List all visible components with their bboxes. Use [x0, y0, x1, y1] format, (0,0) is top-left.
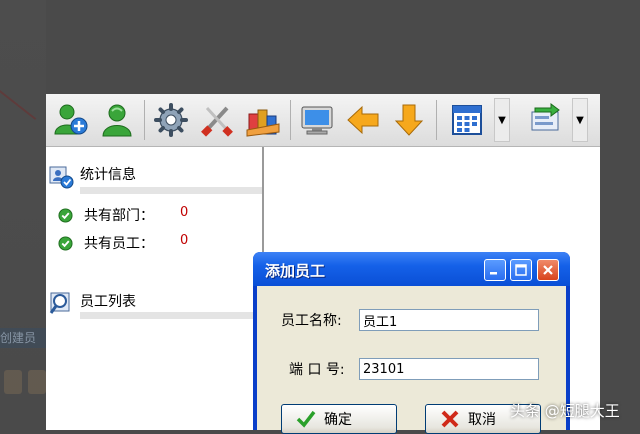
chevron-down-icon: ▼: [498, 114, 506, 126]
user-icon: [102, 104, 132, 137]
stat-label: 共有部门：: [84, 208, 154, 224]
back-button[interactable]: [342, 98, 384, 142]
monitor-icon: [301, 106, 333, 135]
calendar-dropdown[interactable]: ▼: [494, 98, 510, 142]
stats-section-header[interactable]: 统计信息: [46, 163, 262, 189]
tools-icon: [201, 106, 233, 137]
transfer-icon: [531, 103, 560, 131]
download-button[interactable]: [388, 98, 430, 142]
user-button[interactable]: [96, 98, 138, 142]
employee-list-title: 员工列表: [80, 294, 136, 310]
monitor-button[interactable]: [296, 98, 338, 142]
transfer-dropdown[interactable]: ▼: [572, 98, 588, 142]
add-user-button[interactable]: [50, 98, 92, 142]
transfer-button[interactable]: [524, 98, 566, 142]
close-icon: [543, 265, 553, 275]
check-icon: [58, 236, 73, 251]
stat-row-employees: 共有员工： 0: [58, 233, 258, 253]
cross-icon: [441, 410, 459, 428]
ok-button-label: 确定: [324, 412, 352, 428]
arrow-down-icon: [394, 104, 424, 136]
employee-list-divider: [80, 312, 262, 319]
tools-button[interactable]: [196, 98, 238, 142]
stats-section-divider: [80, 187, 262, 194]
stats-section-title: 统计信息: [80, 167, 136, 183]
employee-name-input[interactable]: [359, 309, 539, 331]
books-icon: [246, 109, 280, 137]
dialog-title-bar[interactable]: 添加员工: [253, 252, 570, 286]
watermark: 头条 @短腿大王: [510, 402, 620, 420]
checkmark-icon: [296, 410, 316, 428]
port-label: 端 口 号:: [289, 362, 345, 378]
check-icon: [58, 208, 73, 223]
left-panel: 统计信息 共有部门： 0 共有员工： 0 员工列表: [46, 147, 264, 430]
background-partial-icons: [0, 362, 46, 402]
stats-user-icon: [49, 166, 74, 189]
stat-label: 共有员工：: [84, 236, 154, 252]
maximize-button[interactable]: [510, 259, 532, 281]
cancel-button-label: 取消: [468, 412, 496, 428]
toolbar-separator: [144, 100, 145, 140]
employee-list-header[interactable]: 员工列表: [46, 290, 262, 314]
minimize-button[interactable]: [484, 259, 506, 281]
calendar-icon: [452, 105, 482, 135]
background-partial-label: 创建员: [0, 328, 46, 348]
stat-value: 0: [180, 233, 189, 248]
toolbar: ▼ ▼: [46, 94, 600, 147]
toolbar-separator: [290, 100, 291, 140]
minimize-icon: [490, 272, 497, 275]
port-input[interactable]: [359, 358, 539, 380]
search-user-icon: [49, 292, 70, 314]
gear-icon: [154, 103, 188, 137]
books-button[interactable]: [242, 98, 284, 142]
close-button[interactable]: [537, 259, 559, 281]
stat-value: 0: [180, 205, 189, 220]
user-add-icon: [54, 104, 88, 135]
calendar-button[interactable]: [446, 98, 488, 142]
employee-name-label: 员工名称:: [281, 313, 342, 329]
maximize-icon: [515, 264, 527, 276]
dialog-title: 添加员工: [265, 262, 326, 280]
chevron-down-icon: ▼: [576, 114, 584, 126]
stat-row-departments: 共有部门： 0: [58, 205, 258, 225]
toolbar-separator: [436, 100, 437, 140]
settings-button[interactable]: [150, 98, 192, 142]
arrow-left-icon: [347, 105, 379, 135]
